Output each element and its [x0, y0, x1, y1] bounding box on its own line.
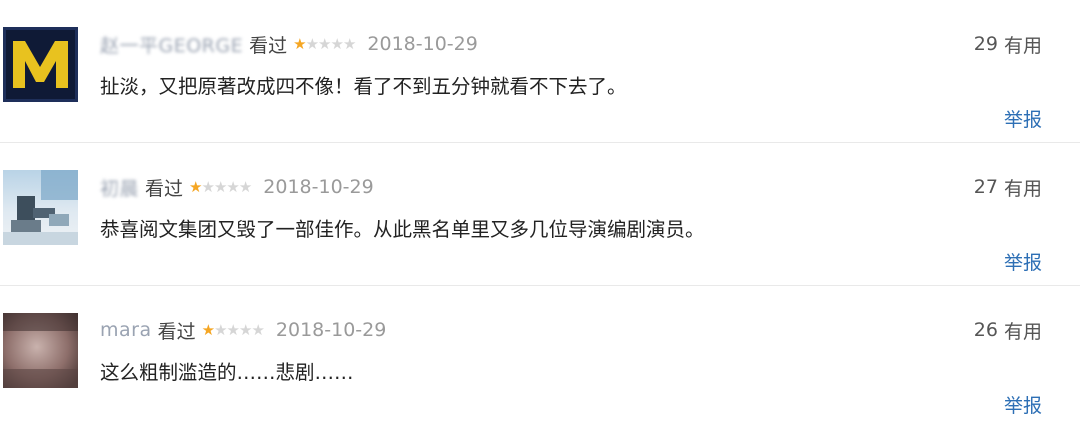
review-comment: 这么粗制滥造的……悲剧…… [100, 361, 354, 384]
review-item: 初晨 看过 ★★★★★ 2018-10-29 27 有用 恭喜阅文集团又毁了一部… [0, 143, 1080, 286]
avatar-photo-icon [3, 313, 78, 388]
useful-vote[interactable]: 26 有用 [974, 316, 1042, 344]
star-rating: ★★★★★ [293, 34, 356, 53]
star-icon: ★ [189, 177, 202, 196]
star-icon: ★ [226, 177, 239, 196]
avatar[interactable] [3, 170, 78, 245]
star-icon: ★ [330, 34, 344, 53]
useful-button[interactable]: 有用 [1004, 31, 1042, 58]
watched-label: 看过 [249, 34, 288, 57]
avatar[interactable] [3, 313, 78, 388]
useful-count: 26 [973, 319, 998, 341]
star-icon: ★ [213, 177, 227, 196]
star-rating: ★★★★★ [189, 177, 252, 196]
review-meta: 赵一平GEORGE 看过 ★★★★★ 2018-10-29 [100, 30, 478, 58]
star-icon: ★ [305, 34, 319, 53]
review-date: 2018-10-29 [275, 319, 387, 341]
watched-label: 看过 [145, 177, 184, 200]
star-icon: ★ [201, 320, 215, 339]
avatar-photo-icon [3, 170, 78, 245]
star-icon: ★ [201, 177, 214, 196]
review-item: 赵一平GEORGE 看过 ★★★★★ 2018-10-29 29 有用 扯淡，又… [0, 0, 1080, 143]
star-icon: ★ [238, 177, 252, 196]
username-link[interactable]: mara [100, 319, 152, 341]
review-date: 2018-10-29 [263, 176, 374, 198]
star-icon: ★ [342, 34, 356, 53]
watched-label: 看过 [157, 320, 196, 343]
logo-icon [3, 27, 78, 102]
star-icon: ★ [318, 34, 331, 53]
useful-button[interactable]: 有用 [1004, 174, 1042, 201]
star-icon: ★ [214, 320, 227, 339]
report-link[interactable]: 举报 [1004, 391, 1042, 418]
report-link[interactable]: 举报 [1004, 248, 1042, 275]
useful-count: 29 [973, 33, 998, 55]
review-item: mara 看过 ★★★★★ 2018-10-29 26 有用 这么粗制滥造的……… [0, 286, 1080, 429]
username-link[interactable]: 赵一平GEORGE [100, 31, 243, 58]
review-meta: 初晨 看过 ★★★★★ 2018-10-29 [100, 173, 374, 201]
star-icon: ★ [251, 320, 264, 339]
avatar[interactable] [3, 27, 78, 102]
useful-count: 27 [973, 176, 998, 198]
review-comment: 恭喜阅文集团又毁了一部佳作。从此黑名单里又多几位导演编剧演员。 [100, 218, 705, 241]
useful-vote[interactable]: 27 有用 [974, 173, 1042, 201]
useful-vote[interactable]: 29 有用 [974, 30, 1042, 58]
username-link[interactable]: 初晨 [100, 174, 139, 201]
review-meta: mara 看过 ★★★★★ 2018-10-29 [100, 316, 386, 344]
useful-button[interactable]: 有用 [1004, 317, 1042, 344]
star-icon: ★ [293, 34, 306, 53]
report-link[interactable]: 举报 [1004, 105, 1042, 132]
review-date: 2018-10-29 [367, 33, 478, 55]
review-comment: 扯淡，又把原著改成四不像！看了不到五分钟就看不下去了。 [100, 75, 627, 98]
star-icon: ★ [238, 320, 252, 339]
star-icon: ★ [226, 320, 240, 339]
star-rating: ★★★★★ [201, 320, 265, 339]
